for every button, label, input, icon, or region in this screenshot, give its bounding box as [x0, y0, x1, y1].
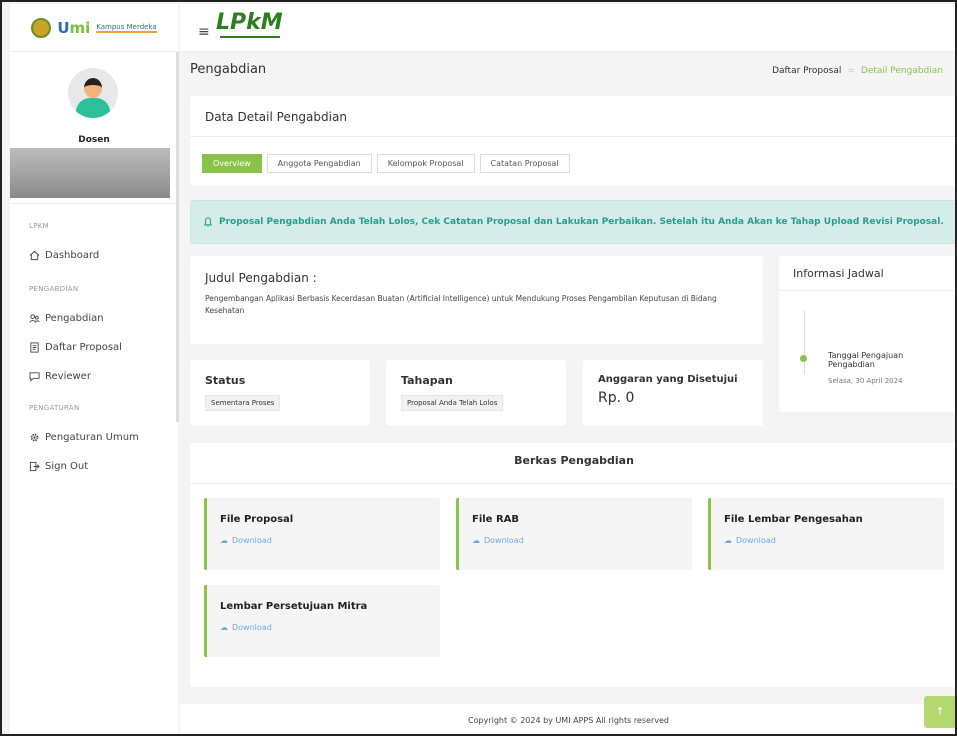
top-header: ≡ LPkM: [180, 4, 955, 52]
success-alert: Proposal Pengabdian Anda Telah Lolos, Ce…: [190, 200, 955, 244]
chat-icon: [29, 371, 40, 382]
status-card: Status Sementara Proses: [190, 360, 370, 426]
cloud-download-icon: ☁: [220, 623, 228, 632]
footer: Copyright © 2024 by UMI APPS All rights …: [180, 704, 955, 734]
sign-out-icon: [29, 461, 40, 471]
logo-text: Umi: [57, 18, 91, 37]
breadcrumb-current: Detail Pengabdian: [860, 66, 943, 76]
status-badge: Sementara Proses: [205, 395, 281, 411]
breadcrumb-separator: =: [847, 66, 855, 76]
gear-icon: [30, 433, 39, 441]
judul-label: Judul Pengabdian :: [205, 271, 317, 285]
tahapan-label: Tahapan: [401, 374, 453, 387]
jadwal-title: Informasi Jadwal: [793, 267, 884, 280]
alert-text: Proposal Pengabdian Anda Telah Lolos, Ce…: [219, 217, 944, 227]
sidebar-item-label: Pengabdian: [45, 312, 104, 324]
sidebar-menu: LPKM Dashboard PENGABDIAN Pengabdian Daf…: [10, 222, 170, 474]
scroll-to-top-button[interactable]: ↑: [924, 696, 955, 728]
sidebar-item-dashboard[interactable]: Dashboard: [10, 247, 170, 263]
judul-card: Judul Pengabdian : Pengembangan Aplikasi…: [190, 256, 763, 344]
tab-catatan-proposal[interactable]: Catatan Proposal: [479, 154, 570, 173]
download-link[interactable]: ☁ Download: [220, 536, 272, 545]
page-title: Pengabdian: [190, 62, 267, 77]
sidebar-section-pengabdian: PENGABDIAN: [29, 285, 79, 293]
download-link[interactable]: ☁ Download: [472, 536, 524, 545]
berkas-title: Berkas Pengabdian: [514, 454, 634, 467]
sidebar-item-sign-out[interactable]: Sign Out: [10, 458, 170, 474]
judul-text: Pengembangan Aplikasi Berbasis Kecerdasa…: [205, 294, 717, 315]
app-frame: Umi Kampus Merdeka Dosen LPKM Dashboard …: [0, 0, 957, 736]
status-label: Status: [205, 374, 246, 387]
sidebar-item-label: Reviewer: [45, 370, 91, 382]
kampus-merdeka-logo: Kampus Merdeka: [96, 22, 157, 33]
sidebar-item-daftar-proposal[interactable]: Daftar Proposal: [10, 339, 170, 355]
bell-icon: [203, 217, 213, 227]
user-role: Dosen: [78, 135, 110, 145]
brand-underline: [220, 36, 280, 42]
tahapan-card: Tahapan Proposal Anda Telah Lolos: [386, 360, 566, 426]
avatar[interactable]: [68, 68, 118, 118]
file-title: File Proposal: [220, 514, 294, 525]
cloud-download-icon: ☁: [220, 536, 228, 545]
sidebar-item-pengabdian[interactable]: Pengabdian: [10, 310, 170, 326]
jadwal-event: Tanggal Pengajuan Pengabdian: [828, 351, 904, 369]
breadcrumb-parent[interactable]: Daftar Proposal: [772, 66, 841, 76]
menu-toggle-icon[interactable]: ≡: [198, 24, 210, 40]
sidebar-item-label: Dashboard: [45, 249, 100, 261]
tab-kelompok-proposal[interactable]: Kelompok Proposal: [376, 154, 475, 173]
people-icon: [29, 313, 40, 323]
anggaran-value: Rp. 0: [598, 390, 635, 406]
anggaran-card: Anggaran yang Disetujui Rp. 0: [583, 360, 763, 426]
sidebar-item-label: Sign Out: [45, 460, 89, 472]
breadcrumb: Daftar Proposal = Detail Pengabdian: [772, 66, 943, 76]
berkas-card: Berkas Pengabdian File Proposal ☁ Downloa…: [190, 443, 955, 687]
file-title: Lembar Persetujuan Mitra: [220, 601, 368, 612]
home-icon: [29, 250, 40, 260]
download-link[interactable]: ☁ Download: [724, 536, 776, 545]
document-icon: [30, 341, 39, 353]
tab-overview[interactable]: Overview: [202, 154, 262, 173]
sidebar-scrollbar[interactable]: [176, 52, 179, 422]
detail-card: Data Detail Pengabdian Overview Anggota …: [190, 96, 955, 186]
jadwal-date: Selasa, 30 April 2024: [828, 377, 903, 385]
sidebar-logo[interactable]: Umi Kampus Merdeka: [10, 4, 178, 52]
file-card-persetujuan-mitra: Lembar Persetujuan Mitra ☁ Download: [204, 585, 440, 657]
timeline-dot: [800, 355, 807, 362]
file-card-lembar-pengesahan: File Lembar Pengesahan ☁ Download: [708, 498, 944, 570]
detail-card-title: Data Detail Pengabdian: [205, 110, 347, 124]
umi-logo-icon: [31, 17, 52, 38]
file-card-proposal: File Proposal ☁ Download: [204, 498, 440, 570]
file-title: File Lembar Pengesahan: [724, 514, 863, 525]
download-link[interactable]: ☁ Download: [220, 623, 272, 632]
sidebar-section-lpkm: LPKM: [29, 222, 49, 230]
tab-list: Overview Anggota Pengabdian Kelompok Pro…: [202, 154, 570, 173]
cloud-download-icon: ☁: [472, 536, 480, 545]
sidebar-item-pengaturan-umum[interactable]: Pengaturan Umum: [10, 429, 170, 445]
file-card-rab: File RAB ☁ Download: [456, 498, 692, 570]
tahapan-badge: Proposal Anda Telah Lolos: [401, 395, 504, 411]
sidebar-section-pengaturan: PENGATURAN: [29, 404, 80, 412]
tab-anggota-pengabdian[interactable]: Anggota Pengabdian: [266, 154, 372, 173]
brand-logo: LPkM: [216, 10, 283, 35]
jadwal-card: Informasi Jadwal Tanggal Pengajuan Penga…: [779, 256, 955, 412]
anggaran-label: Anggaran yang Disetujui: [598, 374, 738, 385]
profile-panel: Dosen: [10, 52, 178, 204]
sidebar: Umi Kampus Merdeka Dosen LPKM Dashboard …: [10, 4, 179, 734]
cloud-download-icon: ☁: [724, 536, 732, 545]
profile-banner: [10, 148, 170, 198]
sidebar-item-label: Pengaturan Umum: [45, 431, 139, 443]
sidebar-item-reviewer[interactable]: Reviewer: [10, 368, 170, 384]
sidebar-item-label: Daftar Proposal: [45, 341, 122, 353]
file-title: File RAB: [472, 514, 520, 525]
